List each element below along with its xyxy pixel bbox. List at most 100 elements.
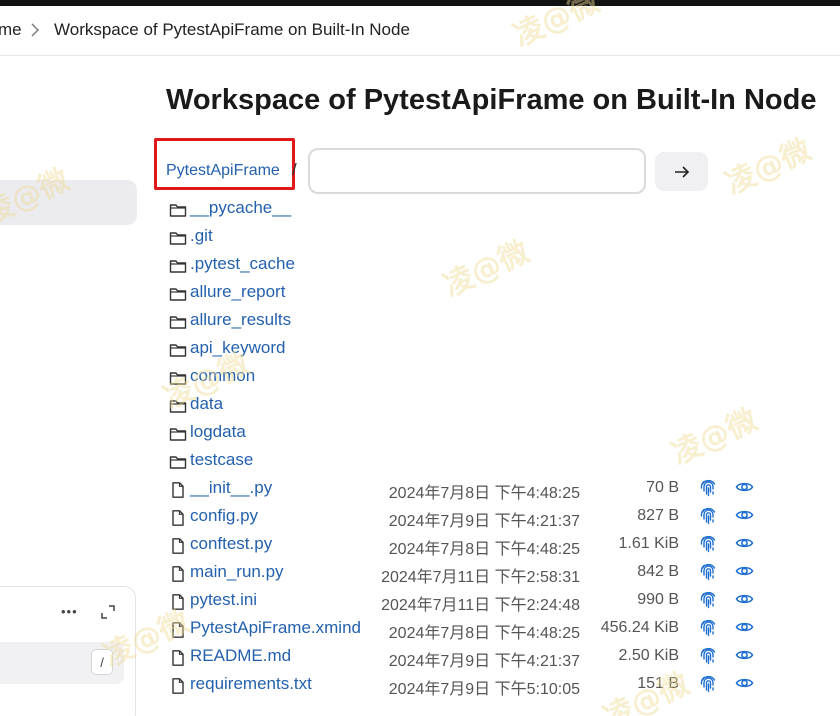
folder-row: data (166, 390, 766, 418)
sidebar-card: ••• / (0, 586, 136, 716)
folder-link[interactable]: .git (190, 226, 213, 246)
folder-link[interactable]: .pytest_cache (190, 254, 295, 274)
folder-row: testcase (166, 446, 766, 474)
arrow-right-icon (674, 165, 689, 178)
file-link[interactable]: PytestApiFrame.xmind (190, 618, 361, 638)
breadcrumb-item-current[interactable]: Workspace of PytestApiFrame on Built-In … (54, 20, 410, 40)
file-link[interactable]: requirements.txt (190, 674, 312, 694)
file-link[interactable]: main_run.py (190, 562, 284, 582)
file-modified-date: 2024年7月9日 下午5:10:05 (388, 681, 580, 698)
folder-row: .git (166, 222, 766, 250)
file-modified-date: 2024年7月11日 下午2:24:48 (381, 597, 580, 614)
slash-key-hint: / (91, 649, 113, 675)
file-icon (169, 482, 187, 498)
fingerprint-icon[interactable] (700, 645, 717, 665)
fingerprint-icon[interactable] (700, 561, 717, 581)
file-link[interactable]: __init__.py (190, 478, 272, 498)
folder-icon (169, 258, 187, 274)
fingerprint-icon[interactable] (700, 673, 717, 693)
folder-icon (169, 230, 187, 246)
view-icon[interactable] (735, 674, 754, 692)
folder-row: api_keyword (166, 334, 766, 362)
file-row: pytest.ini 2024年7月11日 下午2:24:48 990 B (166, 586, 766, 614)
more-options-icon[interactable]: ••• (61, 604, 78, 619)
file-icon (169, 622, 187, 638)
view-icon[interactable] (735, 646, 754, 664)
file-link[interactable]: README.md (190, 646, 291, 666)
folder-link[interactable]: data (190, 394, 223, 414)
folder-icon (169, 342, 187, 358)
folder-row: common (166, 362, 766, 390)
file-icon (169, 594, 187, 610)
folder-row: .pytest_cache (166, 250, 766, 278)
file-icon (169, 566, 187, 582)
file-icon (169, 678, 187, 694)
folder-icon (169, 370, 187, 386)
file-icon (169, 538, 187, 554)
view-icon[interactable] (735, 478, 754, 496)
file-size: 827 B (637, 507, 679, 524)
view-icon[interactable] (735, 506, 754, 524)
file-link[interactable]: conftest.py (190, 534, 272, 554)
file-modified-date: 2024年7月8日 下午4:48:25 (388, 541, 580, 558)
go-button[interactable] (655, 152, 708, 191)
file-row: PytestApiFrame.xmind 2024年7月8日 下午4:48:25 4… (166, 614, 766, 642)
view-icon[interactable] (735, 590, 754, 608)
file-size: 1.61 KiB (618, 535, 679, 552)
file-link[interactable]: config.py (190, 506, 258, 526)
file-modified-date: 2024年7月11日 下午2:58:31 (381, 569, 580, 586)
folder-icon (169, 426, 187, 442)
file-size: 456.24 KiB (600, 619, 679, 636)
folder-icon (169, 314, 187, 330)
page-title: Workspace of PytestApiFrame on Built-In … (166, 84, 817, 116)
view-icon[interactable] (735, 618, 754, 636)
file-icon (169, 650, 187, 666)
fingerprint-icon[interactable] (700, 617, 717, 637)
folder-link[interactable]: allure_report (190, 282, 285, 302)
file-row: README.md 2024年7月9日 下午4:21:37 2.50 KiB (166, 642, 766, 670)
file-row: requirements.txt 2024年7月9日 下午5:10:05 151 B (166, 670, 766, 698)
folder-link[interactable]: api_keyword (190, 338, 285, 358)
file-size: 70 B (646, 479, 679, 496)
folder-icon (169, 454, 187, 470)
path-input[interactable] (308, 148, 646, 194)
fingerprint-icon[interactable] (700, 505, 717, 525)
file-size: 990 B (637, 591, 679, 608)
folder-row: allure_results (166, 306, 766, 334)
folder-link[interactable]: __pycache__ (190, 198, 291, 218)
fingerprint-icon[interactable] (700, 589, 717, 609)
file-size: 151 B (637, 675, 679, 692)
folder-icon (169, 398, 187, 414)
file-modified-date: 2024年7月8日 下午4:48:25 (388, 485, 580, 502)
folder-link[interactable]: testcase (190, 450, 253, 470)
sidebar-selected-item[interactable] (0, 180, 137, 225)
file-row: main_run.py 2024年7月11日 下午2:58:31 842 B (166, 558, 766, 586)
file-modified-date: 2024年7月8日 下午4:48:25 (388, 625, 580, 642)
folder-row: allure_report (166, 278, 766, 306)
folder-row: logdata (166, 418, 766, 446)
folder-icon (169, 286, 187, 302)
folder-link[interactable]: allure_results (190, 310, 291, 330)
fingerprint-icon[interactable] (700, 533, 717, 553)
view-icon[interactable] (735, 562, 754, 580)
folder-icon (169, 202, 187, 218)
chevron-right-icon (31, 23, 40, 37)
file-row: config.py 2024年7月9日 下午4:21:37 827 B (166, 502, 766, 530)
folder-link[interactable]: common (190, 366, 255, 386)
file-link[interactable]: pytest.ini (190, 590, 257, 610)
file-modified-date: 2024年7月9日 下午4:21:37 (388, 653, 580, 670)
watermark: 凌@微 (720, 132, 817, 203)
file-size: 2.50 KiB (618, 647, 679, 664)
expand-icon[interactable] (101, 605, 115, 619)
file-row: conftest.py 2024年7月8日 下午4:48:25 1.61 KiB (166, 530, 766, 558)
workspace-file-list: __pycache__ .git .pytest_cache allure_repor… (166, 194, 766, 698)
file-icon (169, 510, 187, 526)
file-row: __init__.py 2024年7月8日 下午4:48:25 70 B (166, 474, 766, 502)
path-separator: / (292, 160, 297, 179)
folder-link[interactable]: logdata (190, 422, 246, 442)
breadcrumb-item-previous[interactable]: me (0, 20, 22, 40)
view-icon[interactable] (735, 534, 754, 552)
breadcrumb: me Workspace of PytestApiFrame on Built-… (0, 6, 840, 56)
highlight-annotation-box (154, 138, 295, 190)
fingerprint-icon[interactable] (700, 477, 717, 497)
